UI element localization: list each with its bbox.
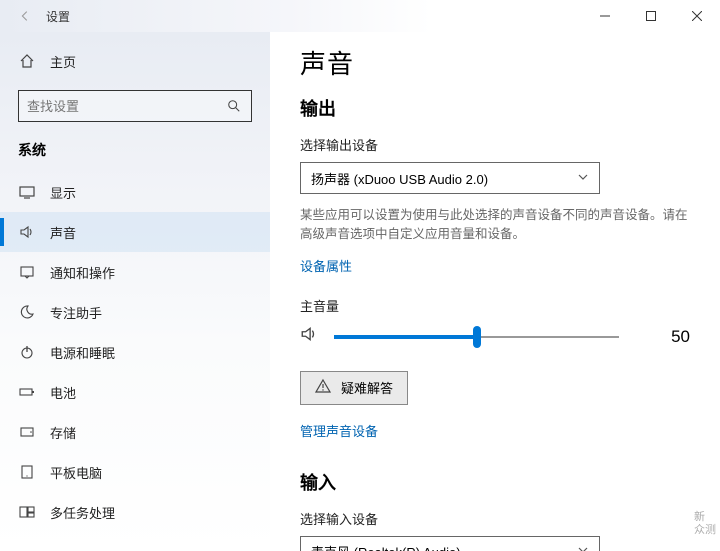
- sidebar-home-label: 主页: [50, 52, 76, 71]
- volume-slider[interactable]: [334, 325, 619, 349]
- titlebar: 设置: [0, 0, 720, 32]
- sidebar-item-focus-assist[interactable]: 专注助手: [0, 292, 270, 332]
- sidebar-item-label: 平板电脑: [50, 463, 102, 482]
- window-title: 设置: [46, 8, 70, 25]
- home-icon: [18, 52, 36, 70]
- search-icon: [225, 99, 243, 113]
- master-volume-label: 主音量: [300, 296, 690, 315]
- sidebar-item-label: 专注助手: [50, 303, 102, 322]
- manage-devices-link[interactable]: 管理声音设备: [300, 421, 378, 440]
- power-icon: [18, 343, 36, 361]
- sidebar-item-label: 多任务处理: [50, 503, 115, 522]
- sidebar-item-sound[interactable]: 声音: [0, 212, 270, 252]
- output-device-value: 扬声器 (xDuoo USB Audio 2.0): [311, 169, 488, 188]
- troubleshoot-label: 疑难解答: [341, 378, 393, 397]
- sidebar-item-label: 存储: [50, 423, 76, 442]
- volume-value: 50: [671, 327, 690, 347]
- sidebar-item-label: 电池: [50, 383, 76, 402]
- sidebar-section-label: 系统: [0, 122, 270, 166]
- sidebar-item-label: 显示: [50, 183, 76, 202]
- sidebar: 主页 系统 显示 声音 通知和操作 专注助手: [0, 32, 270, 551]
- search-input-wrap[interactable]: [18, 90, 252, 122]
- sidebar-item-label: 声音: [50, 223, 76, 242]
- back-button[interactable]: [12, 3, 38, 29]
- speaker-icon: [18, 223, 36, 241]
- maximize-button[interactable]: [628, 0, 674, 32]
- sidebar-home[interactable]: 主页: [0, 42, 270, 80]
- volume-icon[interactable]: [300, 325, 318, 348]
- sidebar-item-multitasking[interactable]: 多任务处理: [0, 492, 270, 532]
- notifications-icon: [18, 263, 36, 281]
- sidebar-item-battery[interactable]: 电池: [0, 372, 270, 412]
- sidebar-item-label: 电源和睡眠: [50, 343, 115, 362]
- page-title: 声音: [300, 44, 690, 81]
- sidebar-item-power[interactable]: 电源和睡眠: [0, 332, 270, 372]
- display-icon: [18, 183, 36, 201]
- input-device-label: 选择输入设备: [300, 509, 690, 528]
- chevron-down-icon: [577, 171, 589, 186]
- search-input[interactable]: [27, 99, 225, 114]
- minimize-button[interactable]: [582, 0, 628, 32]
- input-device-value: 麦克风 (Realtek(R) Audio): [311, 542, 461, 551]
- sidebar-item-tablet[interactable]: 平板电脑: [0, 452, 270, 492]
- input-section-title: 输入: [300, 469, 690, 495]
- storage-icon: [18, 423, 36, 441]
- sidebar-item-storage[interactable]: 存储: [0, 412, 270, 452]
- sidebar-item-label: 通知和操作: [50, 263, 115, 282]
- battery-icon: [18, 383, 36, 401]
- troubleshoot-button[interactable]: 疑难解答: [300, 371, 408, 405]
- output-hint: 某些应用可以设置为使用与此处选择的声音设备不同的声音设备。请在高级声音选项中自定…: [300, 206, 690, 244]
- output-section-title: 输出: [300, 95, 690, 121]
- input-device-dropdown[interactable]: 麦克风 (Realtek(R) Audio): [300, 536, 600, 551]
- sidebar-item-display[interactable]: 显示: [0, 172, 270, 212]
- warning-icon: [315, 378, 331, 397]
- close-button[interactable]: [674, 0, 720, 32]
- main-content: 声音 输出 选择输出设备 扬声器 (xDuoo USB Audio 2.0) 某…: [270, 32, 720, 551]
- tablet-icon: [18, 463, 36, 481]
- output-device-label: 选择输出设备: [300, 135, 690, 154]
- device-properties-link[interactable]: 设备属性: [300, 256, 352, 275]
- output-device-dropdown[interactable]: 扬声器 (xDuoo USB Audio 2.0): [300, 162, 600, 194]
- moon-icon: [18, 303, 36, 321]
- sidebar-item-notifications[interactable]: 通知和操作: [0, 252, 270, 292]
- multitask-icon: [18, 503, 36, 521]
- chevron-down-icon: [577, 544, 589, 551]
